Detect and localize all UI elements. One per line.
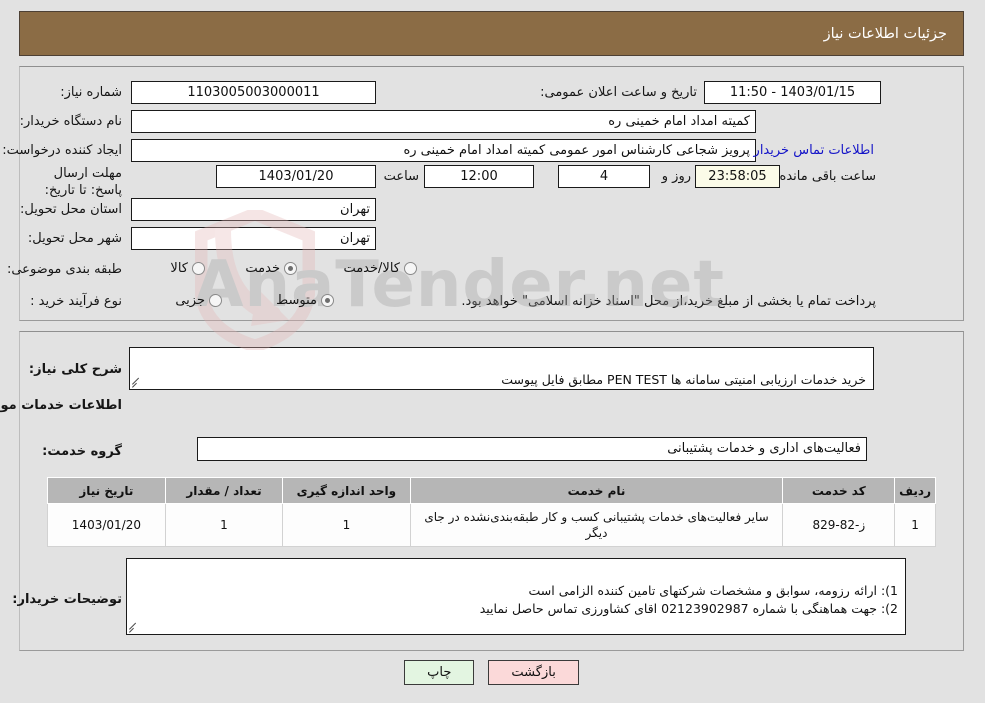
resize-grip-icon[interactable] <box>133 377 143 388</box>
col-row-no: ردیف <box>895 477 937 504</box>
label-service-group: گروه خدمت: <box>43 444 123 459</box>
radio-process-jozei[interactable]: جزیی <box>176 293 223 308</box>
radio-indicator <box>405 262 418 275</box>
label-request-creator: ایجاد کننده درخواست: <box>3 143 123 158</box>
col-service-code: کد خدمت <box>783 477 897 504</box>
label-buyer-org: نام دستگاه خریدار: <box>20 114 123 129</box>
label-need-number: شماره نیاز: <box>61 85 123 100</box>
col-need-date: تاریخ نیاز <box>48 477 167 504</box>
radio-indicator <box>193 262 206 275</box>
col-unit: واحد اندازه گیری <box>283 477 412 504</box>
cell-unit: 1 <box>283 503 412 547</box>
label-delivery-city: شهر محل تحویل: <box>28 231 123 246</box>
field-service-group[interactable]: فعالیت‌های اداری و خدمات پشتیبانی <box>198 437 868 461</box>
radio-category-khedmat[interactable]: خدمت <box>246 261 298 276</box>
cell-need-date: 1403/01/20 <box>48 503 167 547</box>
radio-indicator <box>322 294 335 307</box>
radio-indicator <box>210 294 223 307</box>
print-button[interactable]: چاپ <box>405 660 476 685</box>
page-root: جزئیات اطلاعات نیاز شماره نیاز: 11030050… <box>0 0 985 703</box>
radio-label: جزیی <box>176 293 206 308</box>
radio-indicator <box>285 262 298 275</box>
cell-quantity: 1 <box>165 503 285 547</box>
field-need-number[interactable]: 1103005003000011 <box>132 81 377 104</box>
field-request-creator[interactable]: پرویز شجاعی کارشناس امور عمومی کمیته امد… <box>132 139 757 162</box>
label-subject-category: طبقه بندی موضوعی: <box>7 262 123 277</box>
radio-process-motevasset[interactable]: متوسط <box>277 293 335 308</box>
buyer-notes-text: 1): ارائه رزومه، سوابق و مشخصات شرکتهای … <box>480 583 899 616</box>
label-deadline-time: ساعت <box>384 169 420 184</box>
buyer-contact-link[interactable]: اطلاعات تماس خریدار <box>755 143 875 158</box>
label-public-announce: تاریخ و ساعت اعلان عمومی: <box>541 85 698 100</box>
table-header-row: ردیف کد خدمت نام خدمت واحد اندازه گیری ت… <box>48 477 937 504</box>
field-deadline-date[interactable]: 1403/01/20 <box>217 165 377 188</box>
label-delivery-province: استان محل تحویل: <box>21 202 123 217</box>
services-table: ردیف کد خدمت نام خدمت واحد اندازه گیری ت… <box>48 477 937 547</box>
label-response-deadline: مهلت ارسال پاسخ: تا تاریخ: <box>45 166 123 198</box>
page-title: جزئیات اطلاعات نیاز <box>824 25 948 42</box>
label-countdown-unit: ساعت باقی مانده <box>780 169 877 184</box>
purchase-process-note: پرداخت تمام یا بخشی از مبلغ خرید،از محل … <box>462 294 877 309</box>
page-header-bar: جزئیات اطلاعات نیاز <box>20 11 965 56</box>
cell-row-no: 1 <box>895 503 937 547</box>
field-buyer-notes[interactable]: 1): ارائه رزومه، سوابق و مشخصات شرکتهای … <box>127 558 907 635</box>
radio-label: کالا/خدمت <box>344 261 401 276</box>
radio-category-kala-khedmat[interactable]: کالا/خدمت <box>344 261 418 276</box>
services-section-title: اطلاعات خدمات مورد نیاز <box>0 398 123 413</box>
field-delivery-city[interactable]: تهران <box>132 227 377 250</box>
bottom-button-bar: بازگشت چاپ <box>0 660 985 685</box>
col-service-name: نام خدمت <box>410 477 785 504</box>
table-row: 1 ز-82-829 سایر فعالیت‌های خدمات پشتیبان… <box>48 503 937 547</box>
cell-service-code: ز-82-829 <box>783 503 897 547</box>
field-deadline-time[interactable]: 12:00 <box>425 165 535 188</box>
label-purchase-process: نوع فرآیند خرید : <box>31 294 123 309</box>
back-button[interactable]: بازگشت <box>489 660 580 685</box>
col-quantity: تعداد / مقدار <box>165 477 285 504</box>
field-public-announce-datetime[interactable]: 1403/01/15 - 11:50 <box>705 81 882 104</box>
cell-service-name: سایر فعالیت‌های خدمات پشتیبانی کسب و کار… <box>410 503 785 547</box>
label-need-summary: شرح کلی نیاز: <box>29 362 123 377</box>
field-countdown-timer: 23:58:05 <box>696 165 781 188</box>
radio-category-kala[interactable]: کالا <box>171 261 206 276</box>
label-days-unit: روز و <box>662 169 692 184</box>
resize-grip-icon[interactable] <box>130 622 140 633</box>
field-days-remaining[interactable]: 4 <box>559 165 651 188</box>
radio-label: خدمت <box>246 261 281 276</box>
label-buyer-notes: توضیحات خریدار: <box>13 592 123 607</box>
field-buyer-org[interactable]: کمیته امداد امام خمینی ره <box>132 110 757 133</box>
radio-label: متوسط <box>277 293 318 308</box>
need-info-panel <box>20 66 965 321</box>
radio-label: کالا <box>171 261 189 276</box>
field-need-summary[interactable]: خرید خدمات ارزیابی امنیتی سامانه ها PEN … <box>130 347 875 390</box>
field-delivery-province[interactable]: تهران <box>132 198 377 221</box>
need-summary-text: خرید خدمات ارزیابی امنیتی سامانه ها PEN … <box>502 372 867 387</box>
